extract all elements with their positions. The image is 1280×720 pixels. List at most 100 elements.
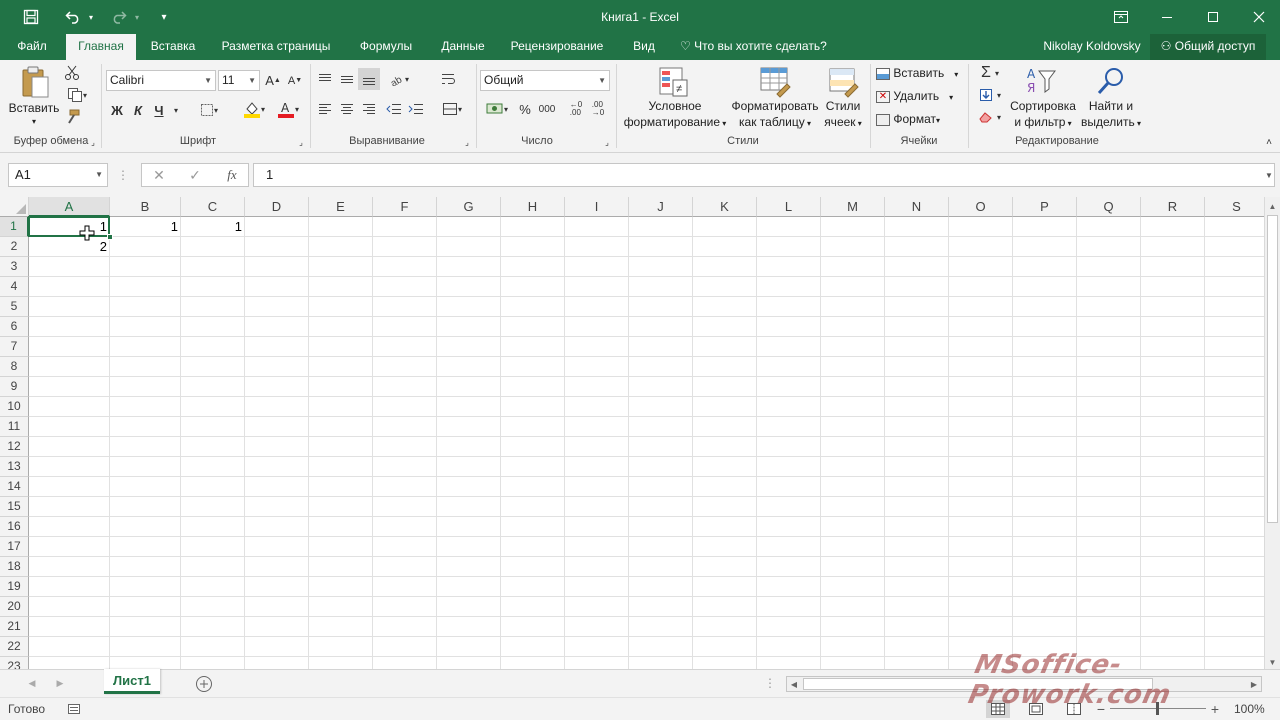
redo-dropdown-icon[interactable]: ▾	[132, 0, 142, 34]
format-as-table-button[interactable]: Форматировать как таблицу ▾	[728, 98, 822, 132]
column-header-c[interactable]: C	[181, 197, 245, 217]
worksheet-grid[interactable]: A B C D E F G H I J K L M N O P Q R S 1 2 3 4 5 6 7 8 9 10 11 12 13 14 15…	[0, 197, 1264, 669]
font-size-select[interactable]: 11 ▼	[218, 70, 260, 91]
row-header-4[interactable]: 4	[0, 277, 29, 297]
format-cells-button[interactable]: Формат▾	[876, 111, 966, 129]
row-header-21[interactable]: 21	[0, 617, 29, 637]
tab-page-layout[interactable]: Разметка страницы	[214, 34, 338, 60]
increase-decimal-icon[interactable]: ←0.00	[566, 100, 586, 118]
column-header-d[interactable]: D	[245, 197, 309, 217]
row-header-18[interactable]: 18	[0, 557, 29, 577]
bold-button[interactable]: Ж	[108, 100, 126, 120]
align-top-icon[interactable]	[316, 70, 334, 88]
column-header-f[interactable]: F	[373, 197, 437, 217]
row-header-19[interactable]: 19	[0, 577, 29, 597]
borders-icon[interactable]: ▾	[194, 100, 224, 120]
row-header-9[interactable]: 9	[0, 377, 29, 397]
column-header-a[interactable]: A	[29, 197, 110, 217]
tab-data[interactable]: Данные	[432, 34, 494, 60]
number-format-select[interactable]: Общий ▼	[480, 70, 610, 91]
save-icon[interactable]	[20, 0, 42, 34]
cell-c1[interactable]: 1	[181, 217, 245, 237]
find-select-icon[interactable]	[1094, 64, 1128, 98]
currency-icon[interactable]: ▾	[482, 100, 512, 118]
tab-view[interactable]: Вид	[624, 34, 664, 60]
ribbon-display-options-icon[interactable]	[1108, 0, 1134, 34]
alignment-launcher-icon[interactable]: ⌟	[462, 137, 472, 147]
increase-indent-icon[interactable]	[406, 100, 426, 118]
decrease-decimal-icon[interactable]: .00 →0	[588, 100, 608, 118]
decrease-indent-icon[interactable]	[384, 100, 404, 118]
column-header-n[interactable]: N	[885, 197, 949, 217]
format-as-table-icon[interactable]	[758, 64, 792, 100]
row-header-22[interactable]: 22	[0, 637, 29, 657]
column-header-m[interactable]: M	[821, 197, 885, 217]
column-header-i[interactable]: I	[565, 197, 629, 217]
prev-sheet-icon[interactable]: ◀	[26, 676, 38, 690]
underline-dropdown-icon[interactable]: ▾	[170, 100, 182, 120]
align-center-icon[interactable]	[338, 100, 356, 118]
maximize-icon[interactable]	[1200, 0, 1226, 34]
tab-home[interactable]: Главная	[66, 34, 136, 60]
scroll-left-icon[interactable]: ◀	[787, 677, 801, 691]
insert-cells-button[interactable]: Вставить ▾	[876, 65, 966, 83]
column-header-b[interactable]: B	[110, 197, 181, 217]
row-header-20[interactable]: 20	[0, 597, 29, 617]
column-header-r[interactable]: R	[1141, 197, 1205, 217]
copy-icon[interactable]: ▾	[62, 86, 92, 104]
cell-a2[interactable]: 2	[29, 237, 110, 257]
percent-button[interactable]: %	[516, 100, 534, 118]
orientation-icon[interactable]: ab ▾	[384, 70, 414, 88]
sort-filter-icon[interactable]: AЯ	[1024, 64, 1058, 98]
macro-recording-icon[interactable]	[66, 701, 82, 717]
undo-icon[interactable]	[62, 0, 84, 34]
tab-split-handle[interactable]: ⋮	[764, 676, 776, 690]
row-header-17[interactable]: 17	[0, 537, 29, 557]
column-header-p[interactable]: P	[1013, 197, 1077, 217]
column-header-q[interactable]: Q	[1077, 197, 1141, 217]
column-header-o[interactable]: O	[949, 197, 1013, 217]
font-launcher-icon[interactable]: ⌟	[296, 137, 306, 147]
increase-font-icon[interactable]: A ▲	[264, 70, 282, 91]
row-header-12[interactable]: 12	[0, 437, 29, 457]
row-header-15[interactable]: 15	[0, 497, 29, 517]
row-header-1[interactable]: 1	[0, 217, 29, 237]
clipboard-launcher-icon[interactable]: ⌟	[88, 137, 98, 147]
column-header-k[interactable]: K	[693, 197, 757, 217]
share-button[interactable]: ⚇ Общий доступ	[1150, 34, 1266, 60]
row-header-16[interactable]: 16	[0, 517, 29, 537]
row-header-23[interactable]: 23	[0, 657, 29, 669]
redo-icon[interactable]	[108, 0, 130, 34]
paste-icon[interactable]	[18, 64, 52, 100]
new-sheet-icon[interactable]	[194, 674, 214, 694]
customize-qat-icon[interactable]: ▾	[156, 0, 172, 34]
name-box[interactable]: A1 ▼	[8, 163, 108, 187]
row-header-8[interactable]: 8	[0, 357, 29, 377]
tab-insert[interactable]: Вставка	[140, 34, 206, 60]
row-header-6[interactable]: 6	[0, 317, 29, 337]
thousands-separator-button[interactable]: 000	[536, 100, 558, 118]
column-header-l[interactable]: L	[757, 197, 821, 217]
insert-function-button[interactable]: fx	[222, 167, 242, 183]
tab-file[interactable]: Файл	[8, 34, 56, 60]
autosum-icon[interactable]: Σ ▾	[974, 64, 1006, 82]
user-name[interactable]: Nikolay Koldovsky	[1036, 34, 1148, 60]
tell-me-search[interactable]: ♡ Что вы хотите сделать?	[680, 34, 830, 60]
row-header-10[interactable]: 10	[0, 397, 29, 417]
formula-bar-resize-icon[interactable]: ⋮	[117, 167, 129, 183]
row-header-11[interactable]: 11	[0, 417, 29, 437]
row-header-5[interactable]: 5	[0, 297, 29, 317]
clear-icon[interactable]: ▾	[974, 108, 1006, 126]
decrease-font-icon[interactable]: A ▼	[286, 70, 304, 91]
cell-styles-icon[interactable]	[826, 64, 860, 100]
delete-cells-button[interactable]: ✕ Удалить ▾	[876, 88, 966, 106]
find-select-button[interactable]: Найти и выделить ▾	[1078, 98, 1144, 132]
scroll-up-icon[interactable]: ▲	[1265, 199, 1280, 213]
conditional-formatting-button[interactable]: Условное форматирование ▾	[620, 98, 730, 132]
fill-icon[interactable]: ▾	[974, 86, 1006, 104]
column-header-j[interactable]: J	[629, 197, 693, 217]
align-left-icon[interactable]	[316, 100, 334, 118]
tab-formulas[interactable]: Формулы	[350, 34, 422, 60]
cell-a1[interactable]: 1	[29, 217, 110, 237]
underline-button[interactable]: Ч	[150, 100, 168, 120]
